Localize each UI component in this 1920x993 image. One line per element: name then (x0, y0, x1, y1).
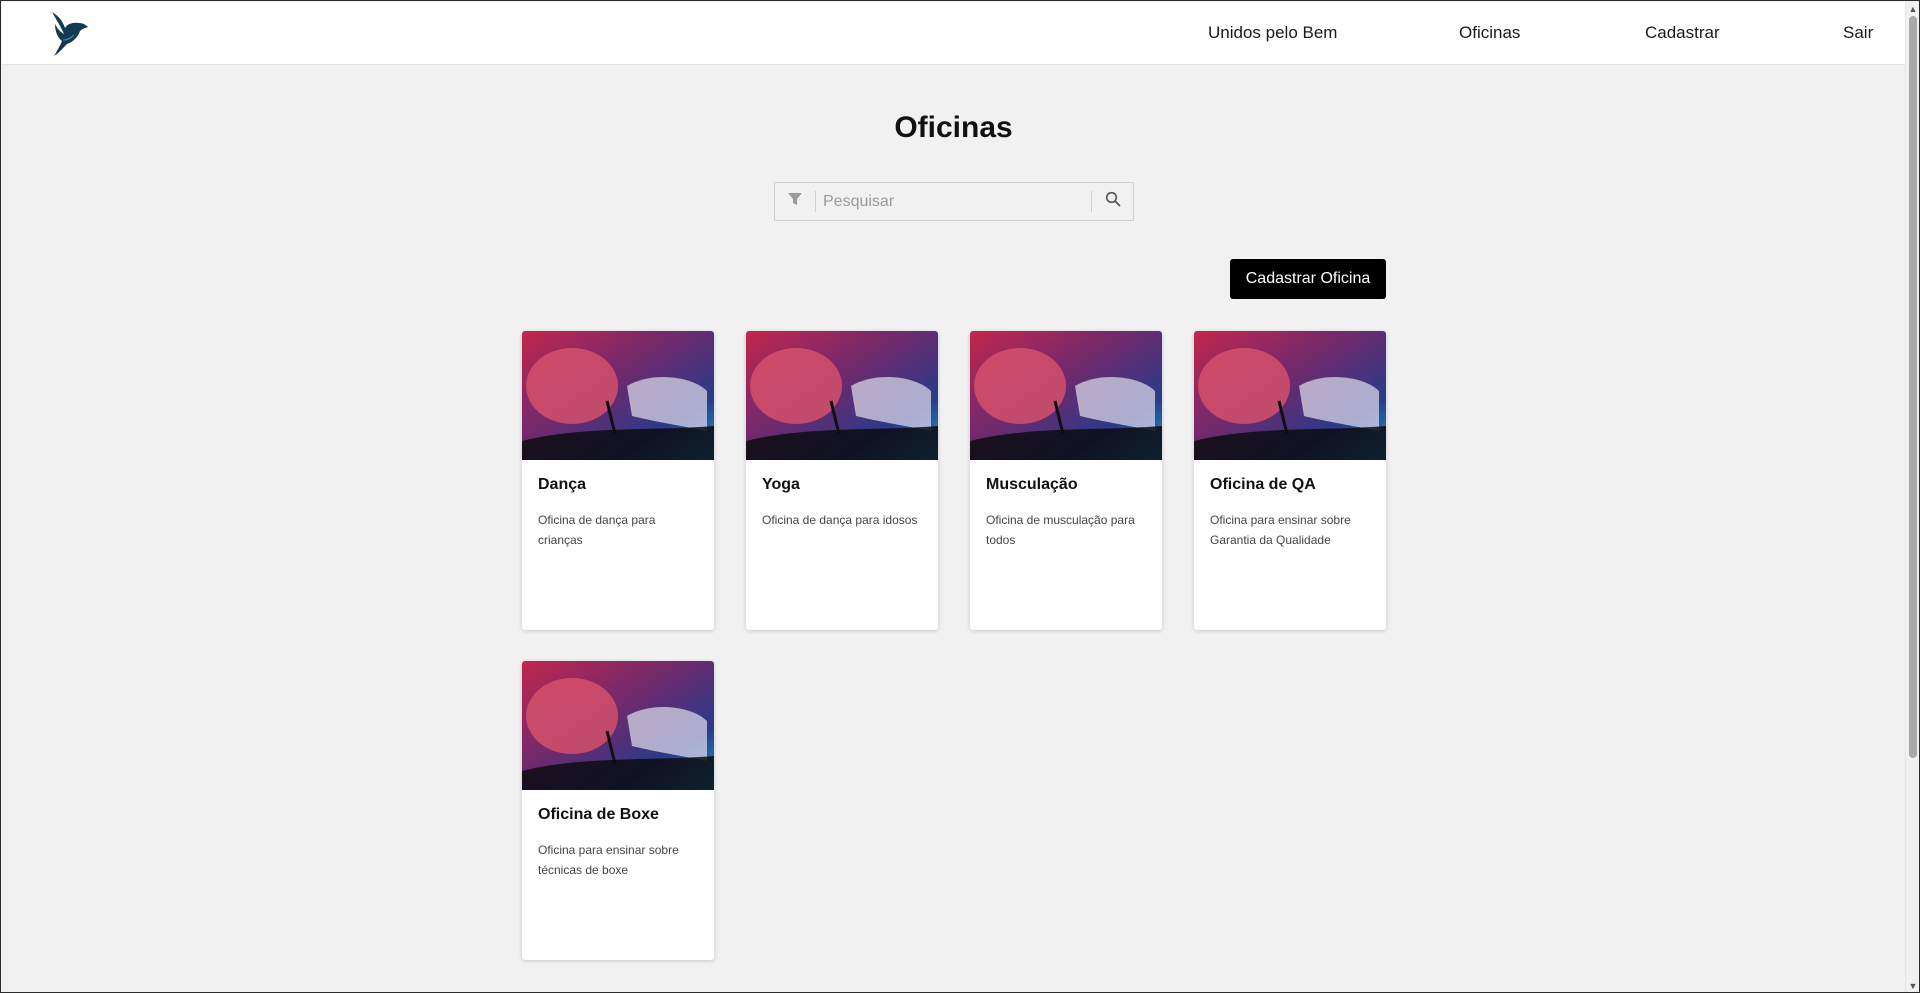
search-divider (815, 191, 816, 212)
card-title: Yoga (762, 476, 800, 493)
card-title: Musculação (986, 476, 1078, 493)
nav-link-unidos-pelo-bem[interactable]: Unidos pelo Bem (1208, 23, 1337, 43)
browser-viewport: Unidos pelo Bem Oficinas Cadastrar Sair … (0, 0, 1920, 993)
workshop-card-qa[interactable]: Oficina de QA Oficina para ensinar sobre… (1194, 331, 1386, 630)
scroll-up-arrow-icon[interactable]: ▲ (1908, 4, 1918, 14)
card-title: Oficina de Boxe (538, 806, 659, 823)
vertical-scrollbar[interactable]: ▲ ▼ (1905, 2, 1919, 992)
cadastrar-oficina-button[interactable]: Cadastrar Oficina (1230, 259, 1386, 299)
search-input[interactable] (823, 187, 1073, 216)
card-title: Dança (538, 476, 587, 493)
workshop-image (522, 331, 714, 460)
nav-link-oficinas[interactable]: Oficinas (1459, 23, 1520, 43)
workshop-image (970, 331, 1162, 460)
workshop-image (1194, 331, 1386, 460)
search-icon (1105, 191, 1121, 212)
card-title: Oficina de QA (1210, 476, 1316, 493)
page-title: Oficinas (894, 111, 1013, 144)
search-button[interactable] (1092, 183, 1133, 220)
nav-link-sair[interactable]: Sair (1843, 23, 1873, 43)
card-description: Oficina de musculação para todos (986, 513, 1135, 547)
card-description: Oficina de dança para crianças (538, 513, 656, 547)
workshop-card-danca[interactable]: Dança Oficina de dança para crianças (522, 331, 714, 630)
filter-button[interactable] (775, 183, 815, 220)
filter-icon (787, 192, 803, 211)
dove-logo-icon[interactable] (49, 10, 89, 58)
workshop-card-musculacao[interactable]: Musculação Oficina de musculação para to… (970, 331, 1162, 630)
scroll-thumb[interactable] (1909, 16, 1917, 758)
nav-link-cadastrar[interactable]: Cadastrar (1645, 23, 1720, 43)
workshop-image (522, 661, 714, 790)
workshop-image (746, 331, 938, 460)
card-description: Oficina para ensinar sobre Garantia da Q… (1210, 513, 1351, 547)
workshop-card-boxe[interactable]: Oficina de Boxe Oficina para ensinar sob… (522, 661, 714, 960)
card-description: Oficina para ensinar sobre técnicas de b… (538, 843, 679, 877)
workshop-card-yoga[interactable]: Yoga Oficina de dança para idosos (746, 331, 938, 630)
scroll-down-arrow-icon[interactable]: ▼ (1908, 981, 1918, 991)
card-description: Oficina de dança para idosos (762, 513, 918, 527)
top-navbar: Unidos pelo Bem Oficinas Cadastrar Sair (2, 2, 1907, 65)
search-bar (774, 182, 1134, 221)
